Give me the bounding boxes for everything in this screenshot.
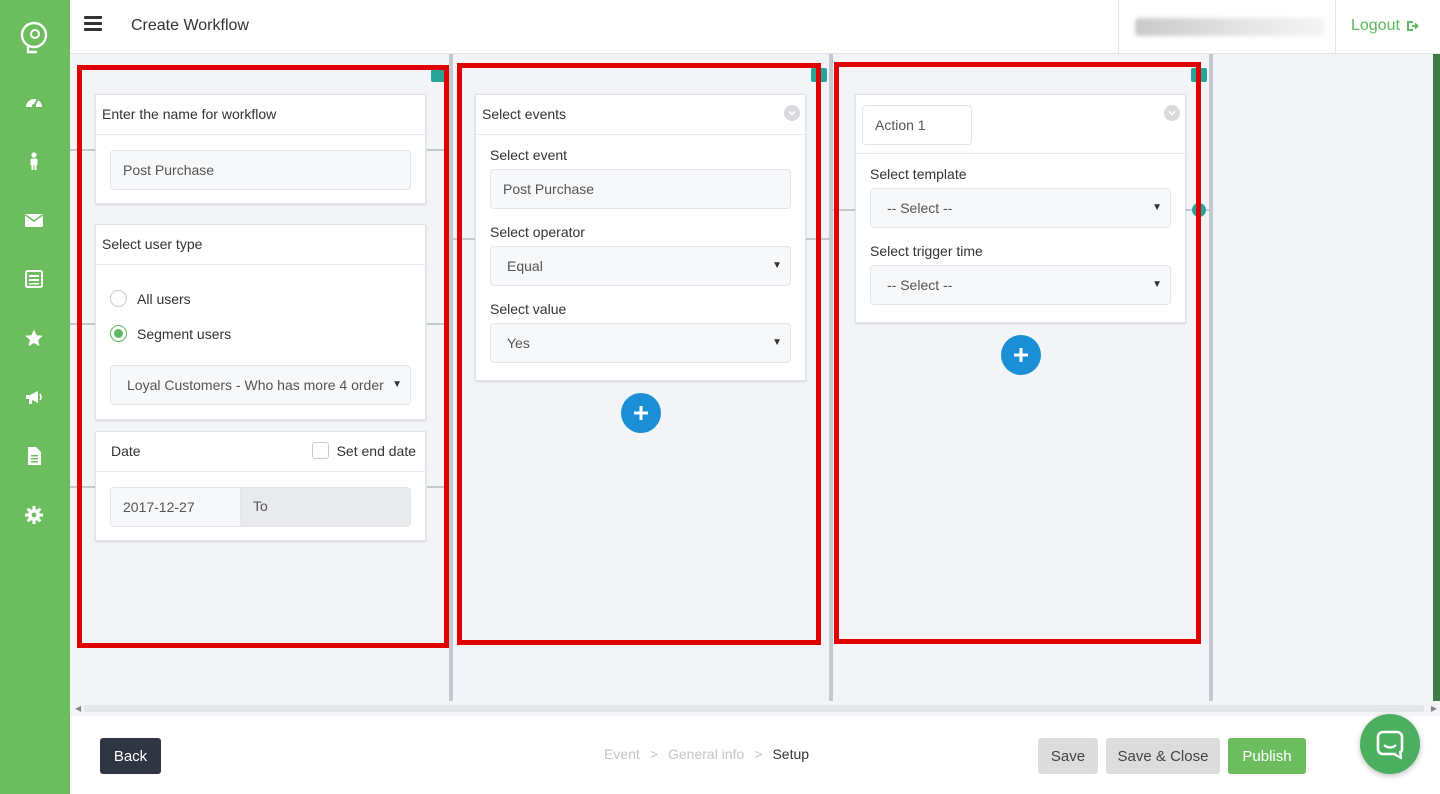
logout-icon bbox=[1406, 21, 1419, 31]
scrollbar-thumb[interactable] bbox=[84, 705, 1424, 712]
brand-logo-icon[interactable] bbox=[17, 20, 51, 54]
horizontal-scrollbar[interactable]: ◀ ▶ bbox=[70, 701, 1440, 716]
hamburger-menu-icon[interactable] bbox=[84, 16, 102, 34]
crumb-event[interactable]: Event bbox=[604, 746, 640, 762]
save-and-close-button[interactable]: Save & Close bbox=[1106, 738, 1220, 774]
crumb-setup[interactable]: Setup bbox=[772, 746, 809, 762]
logout-link[interactable]: Logout bbox=[1351, 17, 1420, 35]
scroll-left-arrow-icon[interactable]: ◀ bbox=[75, 704, 81, 713]
user-account[interactable] bbox=[1118, 0, 1336, 54]
list-icon[interactable] bbox=[22, 267, 46, 291]
step-breadcrumb: Event > General info > Setup bbox=[604, 746, 809, 762]
gear-icon[interactable] bbox=[22, 503, 46, 527]
column-divider bbox=[449, 54, 453, 701]
save-button[interactable]: Save bbox=[1038, 738, 1098, 774]
top-header: Create Workflow Logout bbox=[70, 0, 1440, 54]
column-divider bbox=[1209, 54, 1213, 701]
annotation-box-actions bbox=[834, 62, 1201, 644]
dashboard-icon[interactable] bbox=[22, 90, 46, 114]
footer-bar: Back Event > General info > Setup Save S… bbox=[70, 714, 1440, 794]
star-icon[interactable] bbox=[22, 326, 46, 350]
email-icon[interactable] bbox=[22, 208, 46, 232]
publish-button[interactable]: Publish bbox=[1228, 738, 1306, 774]
chat-widget-button[interactable] bbox=[1360, 714, 1420, 774]
logout-label: Logout bbox=[1351, 17, 1400, 34]
column-divider bbox=[829, 54, 833, 701]
user-name-blurred bbox=[1135, 18, 1325, 36]
workflow-canvas: Enter the name for workflow Post Purchas… bbox=[70, 54, 1440, 716]
chat-icon bbox=[1376, 730, 1404, 759]
document-icon[interactable] bbox=[22, 444, 46, 468]
annotation-box-events bbox=[457, 63, 821, 645]
page-title: Create Workflow bbox=[131, 17, 249, 34]
crumb-separator: > bbox=[754, 746, 763, 762]
annotation-box-trigger bbox=[77, 65, 449, 648]
back-button[interactable]: Back bbox=[100, 738, 161, 774]
crumb-separator: > bbox=[649, 746, 658, 762]
user-icon[interactable] bbox=[22, 149, 46, 173]
megaphone-icon[interactable] bbox=[22, 385, 46, 409]
sidebar bbox=[0, 0, 70, 794]
canvas-right-edge bbox=[1433, 54, 1440, 701]
scroll-right-arrow-icon[interactable]: ▶ bbox=[1431, 704, 1437, 713]
crumb-general-info[interactable]: General info bbox=[668, 746, 744, 762]
